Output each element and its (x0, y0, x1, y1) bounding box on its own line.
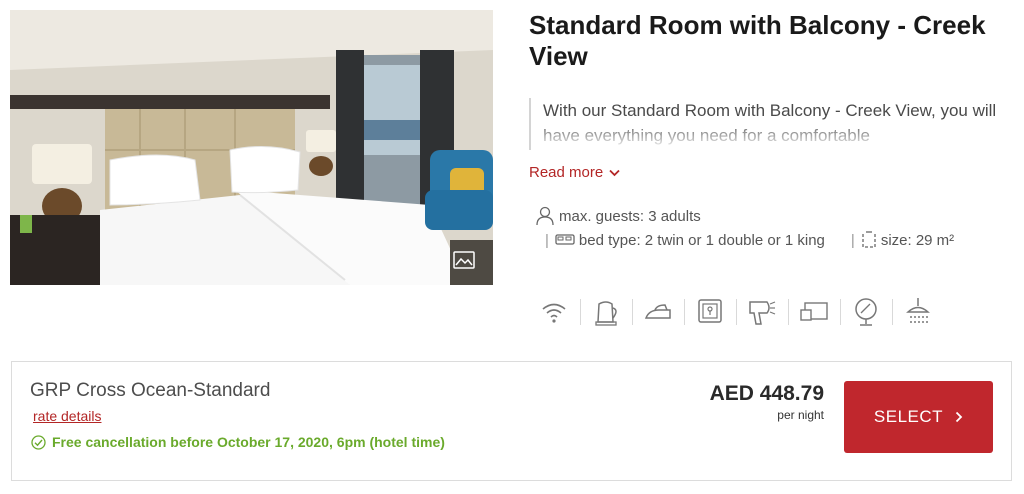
read-more-label: Read more (529, 164, 604, 181)
wifi-icon (542, 303, 566, 323)
amenity-hairdryer (736, 295, 788, 329)
hairdryer-icon (749, 301, 776, 325)
select-button[interactable]: SELECT (844, 381, 993, 453)
rate-name: GRP Cross Ocean-Standard (30, 380, 271, 401)
separator: | (850, 231, 855, 249)
spec-guests: max. guests: 3 adults (535, 206, 701, 226)
guest-icon (536, 206, 554, 226)
chevron-down-icon (609, 169, 620, 176)
amenity-iron (632, 295, 684, 329)
room-title: Standard Room with Balcony - Creek View (529, 10, 986, 71)
room-photo[interactable] (10, 10, 493, 285)
kettle-icon (595, 301, 617, 326)
safe-icon (698, 299, 722, 323)
mirror-icon (855, 298, 877, 326)
shower-icon (906, 298, 930, 323)
room-photo-illustration (10, 10, 493, 285)
chevron-right-icon (955, 411, 963, 423)
description-fade (531, 120, 999, 150)
amenity-safe (684, 295, 736, 329)
guests-text: max. guests: 3 adults (559, 207, 701, 225)
amenity-mirror (840, 295, 892, 329)
check-circle-icon (31, 434, 46, 450)
amenity-shower (892, 295, 944, 329)
amenity-tv (788, 295, 840, 329)
price: AED 448.79 (709, 382, 824, 405)
bed-type-text: bed type: 2 twin or 1 double or 1 king (578, 231, 825, 249)
free-cancellation: Free cancellation before October 17, 202… (31, 434, 445, 450)
cancellation-text: Free cancellation before October 17, 202… (52, 434, 445, 450)
bed-icon (555, 234, 575, 245)
gallery-icon[interactable] (453, 251, 475, 269)
amenity-kettle (580, 295, 632, 329)
select-button-label: SELECT (873, 407, 944, 426)
tv-icon (800, 302, 828, 321)
room-size-text: size: 29 m² (880, 231, 955, 249)
iron-icon (644, 304, 671, 319)
amenity-wifi (528, 295, 580, 329)
price-unit: per night (777, 408, 824, 422)
room-size-icon (862, 231, 876, 248)
separator: | (545, 231, 549, 249)
rate-details-link[interactable]: rate details (33, 408, 101, 424)
amenities-row (528, 295, 944, 329)
spec-row-bed-size: | bed type: 2 twin or 1 double or 1 king… (545, 231, 954, 249)
room-description: With our Standard Room with Balcony - Cr… (529, 98, 999, 150)
read-more-link[interactable]: Read more (529, 164, 620, 181)
rate-card: GRP Cross Ocean-Standard rate details Fr… (11, 361, 1012, 481)
